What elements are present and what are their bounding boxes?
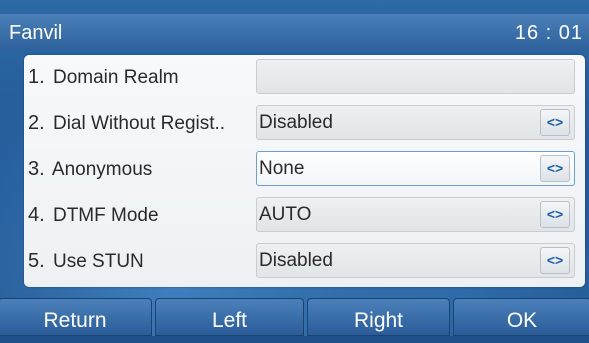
left-right-arrows-icon[interactable]: <> — [540, 201, 570, 228]
setting-label: 1. Domain Realm — [28, 66, 179, 88]
left-right-arrows-icon[interactable]: <> — [540, 155, 570, 182]
left-right-arrows-icon[interactable]: <> — [540, 109, 570, 136]
setting-label: 4. DTMF Mode — [28, 204, 159, 226]
title-bar: Fanvil 16 : 01 — [0, 14, 589, 50]
field-value: None — [259, 158, 305, 179]
return-softkey[interactable]: Return — [0, 298, 152, 336]
setting-row-dtmf-mode[interactable]: 4. DTMF Mode AUTO <> — [24, 193, 585, 237]
settings-list: 1. Domain Realm 2. Dial Without Regist..… — [24, 55, 585, 287]
use-stun-select[interactable]: Disabled <> — [256, 243, 575, 278]
clock: 16 : 01 — [514, 22, 583, 44]
setting-row-domain-realm[interactable]: 1. Domain Realm — [24, 55, 585, 99]
left-softkey[interactable]: Left — [155, 298, 304, 336]
phone-screen: Fanvil 16 : 01 1. Domain Realm 2. Dial W… — [0, 0, 589, 336]
setting-row-dial-without-register[interactable]: 2. Dial Without Regist.. Disabled <> — [24, 101, 585, 145]
anonymous-select[interactable]: None <> — [256, 151, 575, 186]
app-title: Fanvil — [9, 22, 63, 44]
left-right-arrows-icon[interactable]: <> — [540, 247, 570, 274]
ok-softkey[interactable]: OK — [453, 298, 589, 336]
setting-label: 5. Use STUN — [28, 250, 144, 272]
field-value: Disabled — [259, 250, 333, 271]
setting-label: 2. Dial Without Regist.. — [28, 112, 226, 134]
dial-without-register-select[interactable]: Disabled <> — [256, 105, 575, 140]
right-softkey[interactable]: Right — [307, 298, 450, 336]
softkey-bar: Return Left Right OK — [0, 298, 589, 336]
field-value: AUTO — [259, 204, 312, 225]
field-value: Disabled — [259, 112, 333, 133]
dtmf-mode-select[interactable]: AUTO <> — [256, 197, 575, 232]
domain-realm-input[interactable] — [256, 59, 575, 94]
setting-label: 3. Anonymous — [28, 158, 153, 180]
setting-row-use-stun[interactable]: 5. Use STUN Disabled <> — [24, 239, 585, 283]
setting-row-anonymous[interactable]: 3. Anonymous None <> — [24, 147, 585, 191]
